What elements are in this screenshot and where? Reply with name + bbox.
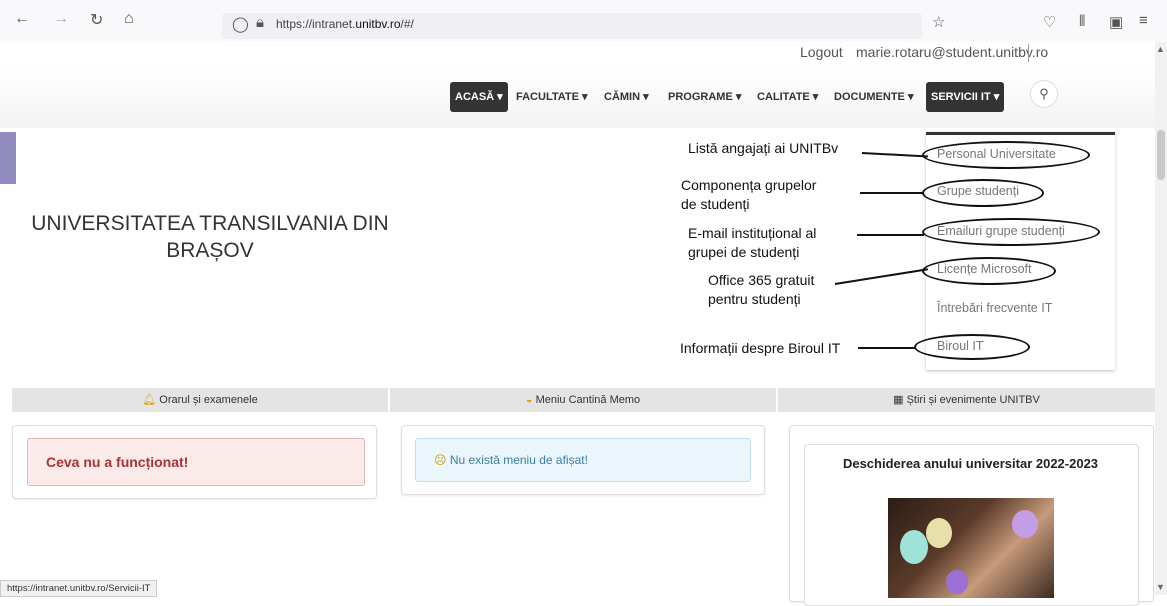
annotation-ellipse	[922, 179, 1044, 207]
annotation-text: Listă angajați ai UNITBv	[688, 140, 839, 156]
annotation-line: Componența grupelor	[681, 177, 817, 193]
balloon-shape	[900, 530, 928, 564]
lock-icon[interactable]: 🔒︎	[256, 14, 264, 31]
annotation-line: de studenți	[681, 196, 750, 212]
annotation-ellipse	[922, 218, 1100, 246]
university-title-line1: UNIVERSITATEA TRANSILVANIA DIN	[31, 212, 389, 235]
section-header-schedule: 🔔︎ Orarul și examenele	[12, 388, 388, 412]
annotation-line: pentru studenți	[708, 291, 801, 307]
nav-acasa[interactable]: ACASĂ ▾	[450, 82, 508, 112]
dropdown-item-intrebari[interactable]: Întrebări frecvente IT	[937, 301, 1052, 315]
section-header-news: ▦ Știri și evenimente UNITBV	[778, 388, 1155, 412]
annotation-arrow	[860, 192, 924, 194]
section-title: Meniu Cantină Memo	[535, 394, 641, 406]
annotation-arrow	[858, 347, 916, 349]
status-bar-url: https://intranet.unitbv.ro/Servicii-IT	[0, 580, 158, 597]
info-alert-text: Nu există meniu de afișat!	[449, 453, 588, 467]
page-scrollbar[interactable]	[1155, 42, 1167, 595]
annotation-text: E-mail instituțional al grupei de studen…	[688, 224, 816, 262]
bookmark-star-icon[interactable]: ☆	[932, 13, 945, 31]
annotation-ellipse	[922, 257, 1056, 285]
menu-icon[interactable]: ≡	[1139, 12, 1148, 29]
annotation-text: Informații despre Biroul IT	[680, 340, 841, 356]
food-icon: ◒	[525, 394, 533, 406]
section-title: Știri și evenimente UNITBV	[906, 394, 1040, 406]
pocket-icon[interactable]: ♡	[1043, 13, 1056, 31]
sidebar-icon[interactable]: ▣	[1109, 13, 1123, 31]
scroll-up-icon[interactable]: ▲	[1156, 44, 1165, 54]
newspaper-icon: ▦	[893, 394, 904, 406]
nav-programe[interactable]: PROGRAME ▾	[668, 82, 741, 112]
bell-icon: 🔔︎	[142, 394, 157, 406]
section-header-menu: ◒ Meniu Cantină Memo	[390, 388, 776, 412]
annotation-arrow	[861, 152, 928, 158]
nav-camin[interactable]: CĂMIN ▾	[604, 82, 649, 112]
nav-facultate[interactable]: FACULTATE ▾	[516, 82, 588, 112]
annotation-ellipse	[914, 334, 1030, 360]
logout-link[interactable]: Logout	[800, 44, 843, 60]
university-title-line2: BRAȘOV	[166, 239, 254, 262]
news-title[interactable]: Deschiderea anului universitar 2022-2023	[804, 456, 1137, 471]
annotation-arrow	[834, 268, 928, 285]
error-alert: Ceva nu a funcționat!	[27, 438, 365, 486]
info-alert: ☹ Nu există meniu de afișat!	[415, 438, 751, 482]
decorative-shape-left	[0, 132, 16, 184]
section-title: Orarul și examenele	[159, 394, 258, 406]
balloon-shape	[1012, 510, 1038, 538]
user-email[interactable]: marie.rotaru@student.unitbv.ro	[856, 44, 1048, 60]
annotation-text: Componența grupelor de studenți	[681, 176, 816, 214]
shield-icon[interactable]: ◯	[232, 15, 249, 33]
balloon-shape	[946, 570, 968, 594]
search-icon[interactable]: ⚲	[1030, 80, 1058, 108]
scrollbar-thumb[interactable]	[1157, 130, 1165, 180]
nav-calitate[interactable]: CALITATE ▾	[757, 82, 818, 112]
annotation-arrow	[857, 234, 924, 236]
nav-documente[interactable]: DOCUMENTE ▾	[834, 82, 913, 112]
url-text[interactable]: https://intranet.unitbv.ro/#/	[276, 17, 414, 31]
sad-face-icon: ☹	[434, 453, 447, 467]
balloon-shape	[926, 518, 952, 548]
scroll-down-icon[interactable]: ▼	[1156, 582, 1165, 592]
reload-icon[interactable]: ↻	[90, 10, 103, 30]
annotation-text: Office 365 gratuit pentru studenți	[708, 271, 814, 309]
nav-servicii-it[interactable]: SERVICII IT ▾	[926, 82, 1005, 112]
divider	[1028, 44, 1029, 62]
annotation-line: E-mail instituțional al	[688, 225, 817, 241]
home-icon[interactable]: ⌂	[124, 10, 134, 28]
annotation-ellipse	[922, 141, 1090, 169]
annotation-line: Office 365 gratuit	[708, 272, 815, 288]
annotation-line: grupei de studenți	[688, 244, 800, 260]
university-title: UNIVERSITATEA TRANSILVANIA DIN BRAȘOV	[20, 210, 400, 264]
back-icon[interactable]: ←	[14, 10, 30, 28]
library-icon[interactable]: ⫴	[1079, 13, 1085, 30]
forward-icon[interactable]: →	[53, 10, 69, 28]
